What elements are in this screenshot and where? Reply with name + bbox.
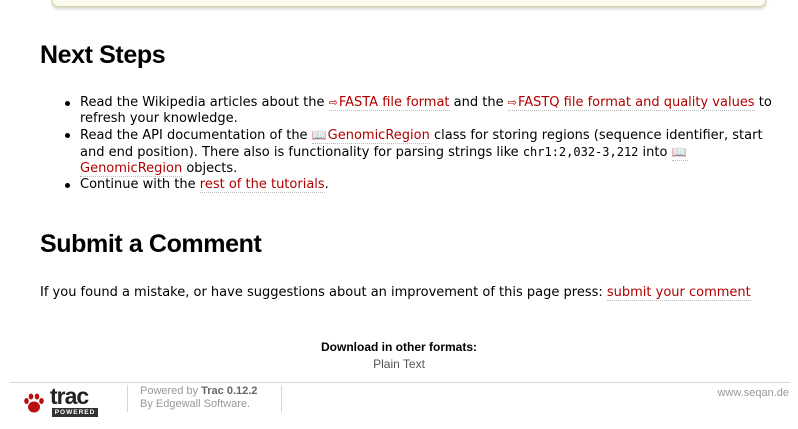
tutorials-link[interactable]: rest of the tutorials: [199, 177, 325, 193]
list-item-text: and the: [449, 95, 508, 110]
by-suffix: .: [247, 398, 251, 410]
book-icon: 📖: [311, 128, 327, 142]
next-steps-heading: Next Steps: [40, 41, 166, 69]
submit-comment-link[interactable]: submit your comment: [606, 285, 751, 301]
list-item-text: objects.: [182, 161, 238, 176]
by-line: By Edgewall Software.: [140, 398, 257, 411]
list-item-text: Read the API documentation of the: [80, 128, 312, 143]
paw-icon: [24, 393, 44, 413]
list-item: Read the Wikipedia articles about the ⇨F…: [65, 95, 780, 127]
submit-comment-heading: Submit a Comment: [40, 230, 262, 258]
genomic-region-link-label: GenomicRegion: [80, 161, 183, 176]
external-link-icon: ⇨: [328, 96, 338, 109]
by-label: By: [140, 398, 156, 410]
submit-comment-text: If you found a mistake, or have suggesti…: [40, 285, 790, 301]
site-url[interactable]: www.seqan.de: [717, 387, 789, 399]
list-item-text: Read the Wikipedia articles about the: [80, 95, 329, 110]
powered-by-label: Powered by: [140, 385, 202, 397]
list-item-text: into: [638, 145, 672, 160]
list-item: Continue with the rest of the tutorials.: [65, 177, 780, 193]
fasta-link[interactable]: ⇨FASTA file format: [328, 95, 450, 111]
trac-version-link[interactable]: Trac 0.12.2: [201, 385, 257, 397]
external-link-icon: ⇨: [507, 96, 517, 109]
powered-by-line: Powered by Trac 0.12.2: [140, 385, 257, 398]
fastq-link[interactable]: ⇨FASTQ file format and quality values: [507, 95, 755, 111]
plain-text-link[interactable]: Plain Text: [0, 357, 798, 371]
footer-divider: [10, 382, 790, 383]
fastq-link-label: FASTQ file format and quality values: [517, 95, 755, 110]
list-item-text: Continue with the: [80, 177, 200, 192]
next-steps-list: Read the Wikipedia articles about the ⇨F…: [65, 95, 780, 193]
trac-logo-text: trac: [50, 383, 89, 409]
list-item: Read the API documentation of the 📖Genom…: [65, 127, 780, 177]
edgewall-link[interactable]: Edgewall Software: [156, 398, 247, 410]
fasta-link-label: FASTA file format: [338, 95, 450, 110]
powered-by: Powered by Trac 0.12.2 By Edgewall Softw…: [127, 385, 283, 412]
trac-logo-badge: POWERED: [52, 408, 98, 417]
list-item-text: .: [324, 177, 329, 192]
genomic-region-link-label: GenomicRegion: [327, 128, 430, 143]
book-icon: 📖: [671, 145, 687, 159]
code-snippet: chr1:2,032-3,212: [522, 145, 639, 159]
comment-prompt: If you found a mistake, or have suggesti…: [40, 285, 607, 300]
alternate-formats: Download in other formats: Plain Text: [0, 340, 798, 371]
previous-section-box: [52, 0, 766, 7]
trac-logo[interactable]: trac POWERED: [22, 383, 122, 417]
formats-title: Download in other formats:: [321, 340, 477, 354]
genomic-region-link[interactable]: 📖GenomicRegion: [311, 128, 430, 144]
